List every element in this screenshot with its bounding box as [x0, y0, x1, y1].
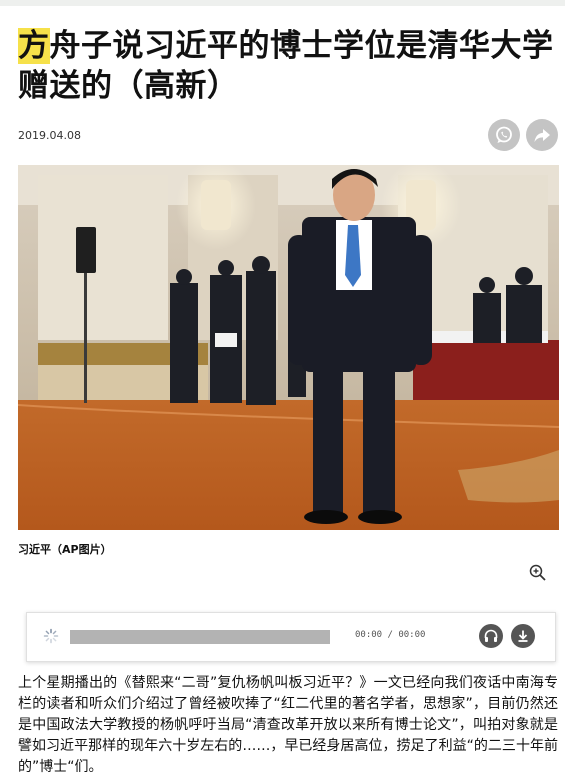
forward-share-button[interactable] [526, 119, 558, 151]
download-button[interactable] [511, 624, 535, 648]
title-highlight: 方 [18, 28, 50, 64]
audio-time: 00:00 / 00:00 [355, 630, 426, 640]
zoom-in-icon [529, 564, 546, 581]
article-body: 上个星期播出的《替熙来“二哥”复仇杨帆叫板习近平？》一文已经向我们夜话中南海专栏… [18, 675, 558, 775]
headphones-icon [484, 629, 498, 642]
audio-player: 00:00 / 00:00 [26, 612, 556, 662]
listen-button[interactable] [479, 624, 503, 648]
title-text: 舟子说习近平的博士学位是清华大学赠送的（高新） [18, 28, 554, 104]
top-strip [0, 0, 565, 6]
article-title: 方舟子说习近平的博士学位是清华大学赠送的（高新） [18, 26, 558, 106]
article-photo [18, 165, 559, 530]
zoom-in-button[interactable] [528, 563, 548, 583]
whatsapp-icon [496, 126, 512, 143]
publish-date: 2019.04.08 [18, 129, 81, 142]
loading-spinner-icon [43, 628, 59, 644]
share-arrow-icon [534, 129, 550, 142]
audio-progress-bar[interactable] [70, 630, 330, 644]
download-icon [518, 630, 528, 642]
photo-caption: 习近平（AP图片） [18, 543, 112, 556]
whatsapp-share-button[interactable] [488, 119, 520, 151]
